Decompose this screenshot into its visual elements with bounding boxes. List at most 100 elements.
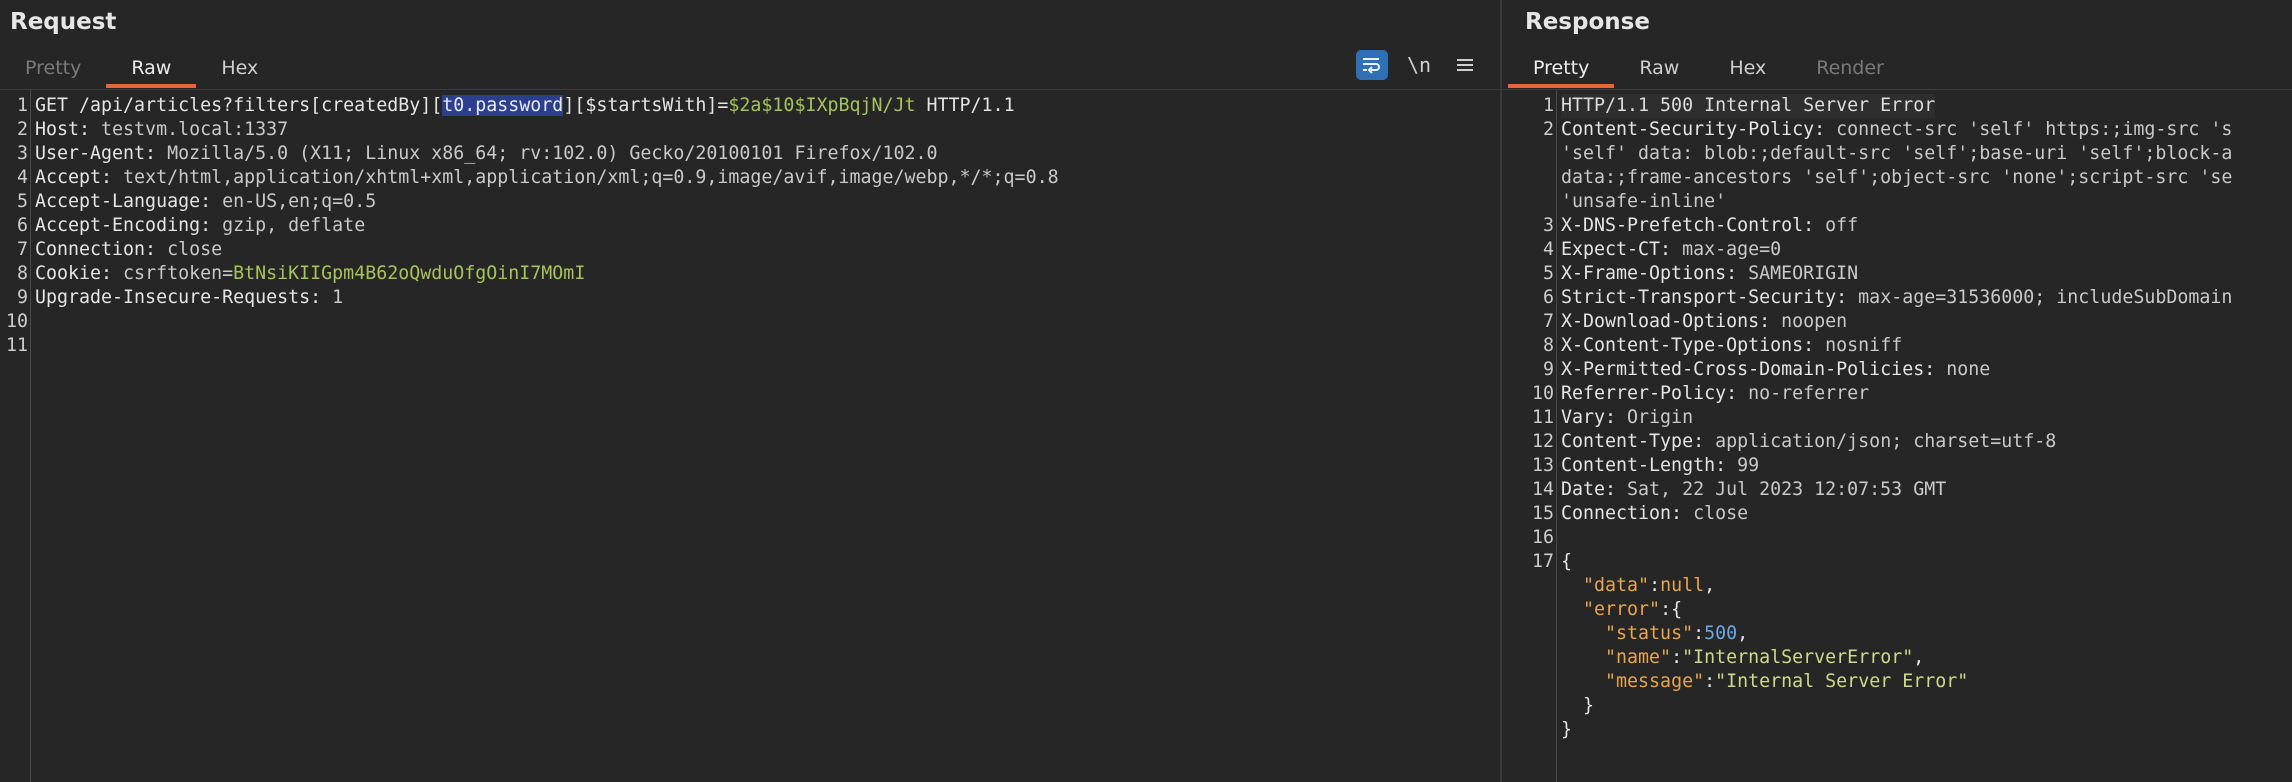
request-editor[interactable]: 1 2 3 4 5 6 7 8 9 10 11 GET /api/article…: [0, 90, 1500, 782]
header-value: close: [156, 239, 223, 260]
request-tab-pretty[interactable]: Pretty: [0, 50, 106, 88]
line-number: 14: [1531, 479, 1554, 500]
header-name: Content-Security-Policy:: [1561, 119, 1826, 140]
wrap-lines-icon[interactable]: [1356, 50, 1388, 80]
header-line-user-agent: User-Agent: Mozilla/5.0 (X11; Linux x86_…: [35, 142, 938, 166]
header-value: 1: [321, 287, 344, 308]
header-value: gzip, deflate: [211, 215, 366, 236]
line-number: 9: [1542, 359, 1554, 380]
header-name: Accept:: [35, 167, 113, 188]
line-number: 2: [1542, 119, 1554, 140]
header-name: Upgrade-Insecure-Requests:: [35, 287, 322, 308]
response-header-line: X-Download-Options: noopen: [1561, 310, 1847, 334]
response-header-line: X-Permitted-Cross-Domain-Policies: none: [1561, 358, 1990, 382]
response-title: Response: [1525, 9, 1650, 35]
header-line-csp-wrap: 'self' data: blob:;default-src 'self';ba…: [1561, 143, 2233, 164]
header-name: Host:: [35, 119, 91, 140]
request-line: GET /api/articles?filters[createdBy][t0.…: [35, 94, 1015, 118]
response-header-line: Content-Type: application/json; charset=…: [1561, 430, 2056, 454]
request-tab-raw[interactable]: Raw: [106, 50, 197, 88]
header-value: no-referrer: [1737, 383, 1870, 404]
show-newlines-button[interactable]: \n: [1404, 50, 1434, 80]
header-line-csp-wrap: 'unsafe-inline': [1561, 191, 1727, 212]
header-value: 99: [1726, 455, 1760, 476]
json-key: "name": [1605, 647, 1672, 668]
request-line-param: ][$startsWith]=: [563, 95, 729, 116]
http-message-viewer: Request Pretty Raw Hex \n 1 2 3 4 5 6 7 …: [0, 0, 2292, 782]
json-value: 500: [1704, 623, 1738, 644]
json-value: "Internal Server Error": [1715, 671, 1969, 692]
header-name: Accept-Encoding:: [35, 215, 212, 236]
response-header-line: Strict-Transport-Security: max-age=31536…: [1561, 286, 2232, 310]
line-number: 10: [1531, 383, 1554, 404]
json-open-brace: {: [1561, 551, 1573, 572]
header-line-cookie: Cookie: csrftoken=BtNsiKIIGpm4B62oQwduOf…: [35, 262, 585, 286]
response-tab-render[interactable]: Render: [1791, 50, 1909, 88]
header-line-csp-wrap: data:;frame-ancestors 'self';object-src …: [1561, 167, 2233, 188]
header-name: Connection:: [35, 239, 157, 260]
status-line: HTTP/1.1 500 Internal Server Error: [1561, 94, 1936, 118]
line-number: 2: [16, 119, 28, 140]
hamburger-menu-icon[interactable]: [1450, 50, 1480, 80]
header-name: X-Frame-Options:: [1561, 263, 1738, 284]
response-header-line: Connection: close: [1561, 502, 1748, 526]
header-line-upgrade: Upgrade-Insecure-Requests: 1: [35, 286, 343, 310]
line-number: 7: [1542, 311, 1554, 332]
line-number: 4: [1542, 239, 1554, 260]
response-header-line: Expect-CT: max-age=0: [1561, 238, 1781, 262]
header-value: max-age=0: [1671, 239, 1782, 260]
response-pane: Response Pretty Raw Hex Render 1 2 3 4 5…: [1502, 0, 2292, 782]
response-line-gutter: 1 2 3 4 5 6 7 8 9 10 11 12 13 14 15 16 1…: [1502, 90, 1557, 782]
json-line-data: "data":null,: [1583, 575, 1716, 596]
response-editor[interactable]: 1 2 3 4 5 6 7 8 9 10 11 12 13 14 15 16 1…: [1502, 90, 2292, 782]
header-value: nosniff: [1814, 335, 1903, 356]
line-number: 11: [1531, 407, 1554, 428]
header-value: max-age=31536000; includeSubDomain: [1847, 287, 2233, 308]
cookie-key: csrftoken=: [112, 263, 234, 284]
header-value: Origin: [1616, 407, 1694, 428]
header-name: Date:: [1561, 479, 1617, 500]
cookie-value: BtNsiKIIGpm4B62oQwduOfgOinI7MOmI: [233, 263, 586, 284]
line-number: 1: [1542, 95, 1554, 116]
header-name: Content-Type:: [1561, 431, 1705, 452]
header-value: en-US,en;q=0.5: [211, 191, 377, 212]
header-value: SAMEORIGIN: [1737, 263, 1859, 284]
header-value: text/html,application/xhtml+xml,applicat…: [112, 167, 1059, 188]
header-name: Content-Length:: [1561, 455, 1727, 476]
json-line-name: "name":"InternalServerError",: [1605, 647, 1925, 668]
header-name: Connection:: [1561, 503, 1683, 524]
header-value: Sat, 22 Jul 2023 12:07:53 GMT: [1616, 479, 1947, 500]
header-line-accept: Accept: text/html,application/xhtml+xml,…: [35, 166, 1059, 190]
line-number: 3: [16, 143, 28, 164]
header-value: close: [1682, 503, 1749, 524]
header-name: X-Download-Options:: [1561, 311, 1771, 332]
json-value: null: [1660, 575, 1705, 596]
header-name: Cookie:: [35, 263, 113, 284]
header-line-connection: Connection: close: [35, 238, 222, 262]
json-key: "error": [1583, 599, 1661, 620]
line-number: 9: [16, 287, 28, 308]
header-line-accept-encoding: Accept-Encoding: gzip, deflate: [35, 214, 365, 238]
wrap-lines-glyph: [1363, 58, 1380, 74]
response-tab-raw[interactable]: Raw: [1614, 50, 1704, 88]
json-close-brace: }: [1561, 719, 1573, 740]
line-number: 12: [1531, 431, 1554, 452]
header-name: Referrer-Policy:: [1561, 383, 1738, 404]
request-pane: Request Pretty Raw Hex \n 1 2 3 4 5 6 7 …: [0, 0, 1502, 782]
header-value: none: [1935, 359, 1991, 380]
response-tabs: Pretty Raw Hex Render: [1508, 50, 2292, 88]
json-line-status: "status":500,: [1605, 623, 1749, 644]
response-tab-pretty[interactable]: Pretty: [1508, 50, 1615, 88]
menu-glyph: [1457, 59, 1473, 71]
request-line-gutter: 1 2 3 4 5 6 7 8 9 10 11: [0, 90, 31, 782]
response-tab-hex[interactable]: Hex: [1704, 50, 1791, 88]
line-number: 4: [16, 167, 28, 188]
header-line-accept-language: Accept-Language: en-US,en;q=0.5: [35, 190, 376, 214]
response-header-line: Vary: Origin: [1561, 406, 1693, 430]
header-name: Strict-Transport-Security:: [1561, 287, 1848, 308]
header-value: off: [1814, 215, 1859, 236]
header-value: testvm.local:1337: [90, 119, 289, 140]
request-tab-hex[interactable]: Hex: [196, 50, 283, 88]
json-line-error: "error":{: [1583, 599, 1683, 620]
line-number: 15: [1531, 503, 1554, 524]
